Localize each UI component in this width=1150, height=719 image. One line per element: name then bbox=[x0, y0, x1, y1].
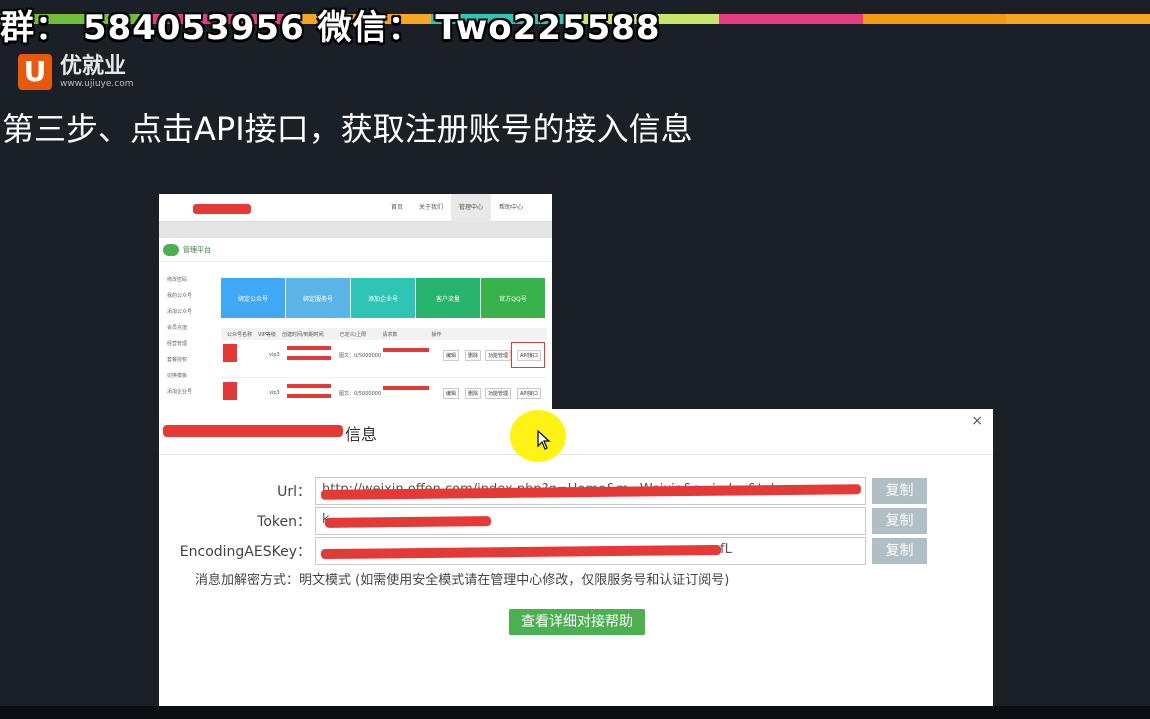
encryption-mode-note: 消息加解密方式：明文模式 (如需使用安全模式请在管理中心修改，仅限服务号和认证订… bbox=[195, 573, 730, 588]
shot-tile[interactable]: 绑定服务号 bbox=[286, 278, 350, 318]
wechat-icon bbox=[163, 243, 179, 256]
redacted-logo bbox=[193, 204, 251, 214]
shot-header: 首页 关于我们 管理中心 帮助中心 bbox=[159, 194, 552, 222]
token-row: Token： k 复制 bbox=[159, 507, 993, 535]
quota: 图文：0/5000000 bbox=[339, 391, 382, 397]
th: 操作 bbox=[431, 331, 442, 338]
aeskey-row: EncodingAESKey： fL 复制 bbox=[159, 537, 993, 565]
edit-button[interactable]: 编辑 bbox=[443, 350, 460, 361]
copy-token-button[interactable]: 复制 bbox=[872, 508, 927, 534]
logo-text: 优就业 www.ujiuye.com bbox=[60, 54, 134, 90]
shot-sidebar-item[interactable]: 切换模板 bbox=[163, 368, 219, 384]
shot-sidebar-item[interactable]: 套餐授权 bbox=[163, 352, 219, 368]
redacted-text bbox=[383, 386, 429, 390]
shot-gray-bar bbox=[159, 222, 552, 238]
edit-button[interactable]: 编辑 bbox=[443, 388, 460, 399]
function-manage-button[interactable]: 功能管理 bbox=[485, 350, 512, 361]
redacted-text bbox=[383, 348, 429, 352]
api-info-dialog: 信息 × Url： http://weixin.offen.com/index.… bbox=[159, 409, 993, 707]
th: 公众号名称 bbox=[227, 331, 253, 338]
strip-seg bbox=[718, 14, 863, 24]
quota: 图文：0/5000000 bbox=[339, 353, 382, 359]
redacted-text bbox=[287, 384, 331, 388]
redacted-avatar bbox=[223, 344, 237, 362]
shot-sidebar-item[interactable]: 会员充值 bbox=[163, 320, 219, 336]
copy-url-button[interactable]: 复制 bbox=[872, 478, 927, 504]
shot-sidebar: 修改密码 我的公众号 添加公众号 会员充值 经营管理 套餐授权 切换模板 添加企… bbox=[163, 272, 219, 400]
url-row: Url： http://weixin.offen.com/index.php?g… bbox=[159, 477, 993, 505]
redacted-title bbox=[163, 425, 343, 437]
api-interface-button[interactable]: API接口 bbox=[517, 388, 541, 399]
redacted-text bbox=[287, 346, 331, 350]
shot-sidebar-item[interactable]: 添加公众号 bbox=[163, 304, 219, 320]
bottom-bar bbox=[0, 706, 1150, 719]
delete-button[interactable]: 删除 bbox=[465, 350, 482, 361]
token-label: Token： bbox=[257, 514, 311, 530]
redacted-avatar bbox=[223, 382, 237, 400]
table-row: vip3 图文：0/5000000 编辑 删除 功能管理 API接口 bbox=[221, 340, 547, 378]
logo-icon: U bbox=[18, 54, 52, 90]
shot-table-header: 公众号名称 VIP等级 创建时间/到期时间 已定义/上限 请求数 操作 bbox=[221, 328, 547, 340]
shot-nav-item[interactable]: 首页 bbox=[383, 194, 411, 222]
mouse-pointer-icon bbox=[537, 430, 551, 450]
brand-logo: U 优就业 www.ujiuye.com bbox=[18, 54, 133, 90]
shot-sidebar-item[interactable]: 我的公众号 bbox=[163, 288, 219, 304]
delete-button[interactable]: 删除 bbox=[465, 388, 482, 399]
shot-nav-item[interactable]: 帮助中心 bbox=[491, 194, 531, 222]
shot-sidebar-item[interactable]: 添加企业号 bbox=[163, 384, 219, 400]
function-manage-button[interactable]: 功能管理 bbox=[485, 388, 512, 399]
th: 已定义/上限 bbox=[339, 331, 367, 338]
background-screenshot: 首页 关于我们 管理中心 帮助中心 管理平台 修改密码 我的公众号 添加公众号 … bbox=[159, 194, 552, 419]
aeskey-label: EncodingAESKey： bbox=[179, 544, 311, 560]
shot-nav-item-active[interactable]: 管理中心 bbox=[451, 194, 492, 222]
shot-nav-item[interactable]: 关于我们 bbox=[411, 194, 451, 222]
shot-table: 公众号名称 VIP等级 创建时间/到期时间 已定义/上限 请求数 操作 vip3… bbox=[221, 328, 547, 416]
api-highlight-box bbox=[511, 342, 545, 368]
step-title: 第三步、点击API接口，获取注册账号的接入信息 bbox=[2, 110, 693, 148]
copy-aeskey-button[interactable]: 复制 bbox=[872, 538, 927, 564]
vip-level: vip3 bbox=[269, 390, 280, 396]
th: 创建时间/到期时间 bbox=[281, 331, 324, 338]
contact-banner: 群： 584053956 微信： Two225588 bbox=[0, 8, 661, 48]
aeskey-value: fL bbox=[720, 542, 732, 557]
strip-seg bbox=[1006, 14, 1150, 24]
view-help-button[interactable]: 查看详细对接帮助 bbox=[509, 609, 645, 635]
shot-tile[interactable]: 官方QQ号 bbox=[481, 278, 545, 318]
shot-tile[interactable]: 添加企业号 bbox=[351, 278, 415, 318]
shot-platform-header: 管理平台 bbox=[159, 238, 552, 262]
url-label: Url： bbox=[277, 484, 311, 500]
redacted-text bbox=[287, 394, 331, 398]
strip-seg bbox=[862, 14, 1007, 24]
th: VIP等级 bbox=[258, 331, 276, 338]
shot-sidebar-item[interactable]: 修改密码 bbox=[163, 272, 219, 288]
redaction-mark bbox=[324, 516, 492, 528]
shot-tile[interactable]: 绑定公众号 bbox=[221, 278, 285, 318]
platform-title: 管理平台 bbox=[183, 245, 211, 254]
logo-name: 优就业 bbox=[60, 54, 127, 79]
vip-level: vip3 bbox=[269, 352, 280, 358]
shot-nav: 首页 关于我们 管理中心 帮助中心 bbox=[383, 194, 531, 222]
dialog-header: 信息 × bbox=[159, 409, 993, 455]
shot-tile[interactable]: 客户流量 bbox=[416, 278, 480, 318]
th: 请求数 bbox=[382, 331, 398, 338]
dialog-title: 信息 bbox=[345, 425, 378, 444]
logo-url: www.ujiuye.com bbox=[60, 79, 134, 89]
redacted-text bbox=[287, 356, 331, 360]
shot-sidebar-item[interactable]: 经营管理 bbox=[163, 336, 219, 352]
close-icon[interactable]: × bbox=[971, 413, 983, 429]
shot-tiles: 绑定公众号 绑定服务号 添加企业号 客户流量 官方QQ号 bbox=[221, 278, 546, 318]
